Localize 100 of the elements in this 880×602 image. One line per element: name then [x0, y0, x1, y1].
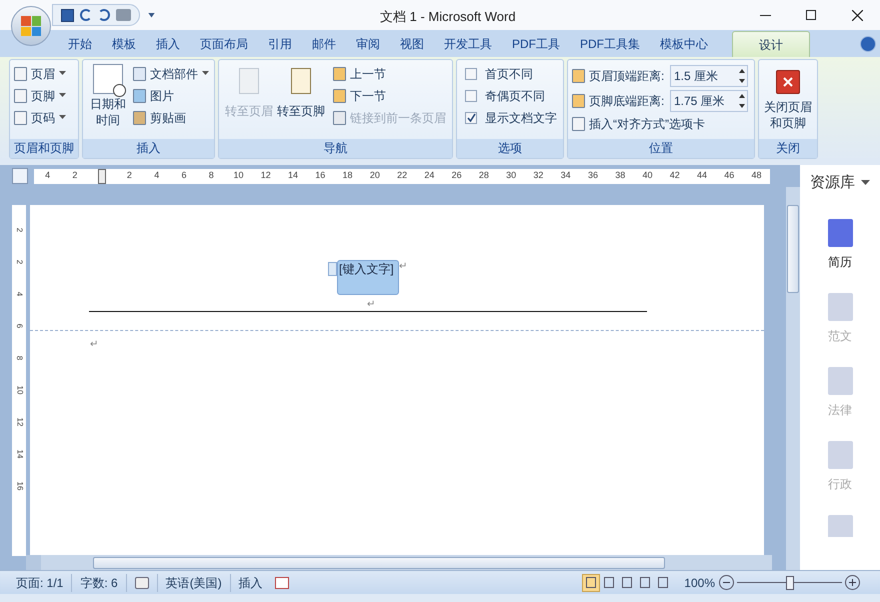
scroll-thumb[interactable] — [93, 556, 665, 568]
insert-alignment-tab-button[interactable]: 插入“对齐方式”选项卡 — [572, 114, 748, 133]
distance-spinner[interactable]: 1.75 厘米 — [670, 90, 748, 112]
office-logo-icon — [21, 16, 41, 36]
document-icon — [828, 219, 852, 247]
ruler-number: 2 — [14, 260, 25, 264]
ribbon-tab[interactable]: 审阅 — [346, 31, 390, 57]
ribbon-large-button[interactable]: 转至页脚 — [275, 64, 327, 139]
ruler-number: 2 — [126, 169, 133, 182]
scroll-thumb[interactable] — [787, 205, 799, 293]
ribbon-tab[interactable]: PDF工具集 — [570, 31, 650, 57]
ribbon-tab[interactable]: PDF工具 — [502, 31, 570, 57]
horizontal-scrollbar[interactable] — [26, 555, 772, 570]
ribbon-tab[interactable]: 设计 — [732, 31, 810, 57]
zoom-level[interactable]: 100% — [684, 574, 715, 592]
caret-icon[interactable] — [861, 180, 870, 186]
ribbon-button[interactable]: 上一节 — [333, 64, 446, 83]
ribbon-dropdown-button[interactable]: 页脚 — [14, 86, 66, 105]
document-icon — [828, 441, 852, 469]
ruler-number: 16 — [14, 482, 25, 490]
group-label: 关闭 — [759, 139, 817, 158]
ribbon-tab[interactable]: 页面布局 — [190, 31, 258, 57]
ruler-number: 40 — [641, 169, 654, 182]
ribbon-tab[interactable]: 模板中心 — [650, 31, 718, 57]
ruler-number: 46 — [723, 169, 736, 182]
page-icon — [14, 66, 27, 80]
option-checkbox[interactable]: 首页不同 — [465, 64, 557, 83]
spinner-arrows-icon[interactable] — [739, 68, 747, 84]
page-view-icon — [604, 577, 614, 588]
spinner-arrows-icon[interactable] — [739, 92, 747, 108]
page-icon — [14, 110, 27, 124]
caret-icon[interactable] — [59, 115, 66, 120]
ribbon-button[interactable]: 图片 — [133, 86, 209, 105]
tab-selector-icon[interactable] — [12, 168, 28, 184]
document-icon — [828, 367, 852, 395]
ruler-number: 18 — [342, 169, 354, 182]
ribbon-dropdown-button[interactable]: 页码 — [14, 108, 66, 127]
ribbon-tab[interactable]: 插入 — [146, 31, 190, 57]
ribbon-dropdown-button[interactable]: 页眉 — [14, 64, 66, 83]
slider-thumb[interactable] — [786, 576, 794, 590]
ribbon-button[interactable]: 下一节 — [333, 86, 446, 105]
ruler-number: 12 — [14, 418, 25, 426]
checkbox[interactable] — [465, 112, 477, 124]
resource-library-dropdown[interactable]: 资源库 — [800, 165, 880, 201]
ruler-number: 10 — [14, 386, 25, 394]
close-icon — [776, 70, 800, 94]
redo-icon[interactable] — [98, 9, 110, 21]
ruler-number: 10 — [232, 169, 244, 182]
distance-label: 页脚底端距离: — [589, 92, 666, 110]
zoom-in-button[interactable] — [845, 575, 860, 590]
ruler-number: 36 — [586, 169, 599, 182]
close-header-footer-button[interactable]: 关闭页眉 和页脚 — [763, 64, 813, 139]
ribbon-button[interactable]: 剪贴画 — [133, 108, 209, 127]
paragraph-mark: ↵ — [399, 260, 407, 274]
ruler-number: 38 — [614, 169, 626, 182]
window-title: 文档 1 - Microsoft Word — [380, 8, 516, 26]
ribbon-tab[interactable]: 开始 — [58, 31, 102, 57]
drag-handle-icon[interactable] — [328, 262, 337, 276]
page-count[interactable]: 页面: 1/1 — [8, 574, 72, 592]
checkbox[interactable] — [465, 90, 477, 102]
paragraph-mark: ↵ — [90, 338, 98, 352]
caret-icon[interactable] — [202, 71, 209, 76]
indent-marker-icon[interactable] — [98, 168, 106, 184]
ribbon-button[interactable]: 文档部件 — [133, 64, 209, 83]
header-text-box[interactable]: [键入文字] — [337, 260, 399, 295]
date-time-button[interactable]: 日期和 时间 — [87, 64, 129, 139]
ruler-number: 6 — [180, 169, 188, 182]
ribbon-tab[interactable]: 引用 — [258, 31, 302, 57]
resource-category[interactable]: 简历 — [828, 219, 852, 271]
ruler-number: 26 — [450, 169, 463, 182]
undo-icon[interactable] — [80, 9, 92, 21]
zoom-slider[interactable] — [737, 576, 842, 590]
caret-icon[interactable] — [59, 93, 66, 98]
save-icon[interactable] — [61, 8, 74, 22]
ruler-number: 6 — [14, 324, 25, 328]
page-view-icon — [622, 577, 632, 588]
page-icon — [291, 68, 311, 94]
ribbon-tab[interactable]: 视图 — [390, 31, 434, 57]
language-status[interactable]: 英语(美国) — [156, 574, 231, 592]
word-count[interactable]: 字数: 6 — [72, 574, 127, 592]
document-icon — [133, 66, 146, 80]
customize-icon[interactable] — [148, 12, 155, 18]
ribbon-tab[interactable]: 模板 — [102, 31, 146, 57]
option-checkbox[interactable]: 显示文档文字 — [465, 108, 557, 127]
vertical-scrollbar[interactable] — [786, 187, 800, 570]
distance-spinner[interactable]: 1.5 厘米 — [670, 64, 748, 86]
paragraph-mark: ↵ — [367, 298, 375, 312]
checkbox[interactable] — [465, 68, 477, 80]
option-checkbox[interactable]: 奇偶页不同 — [465, 86, 557, 105]
zoom-out-button[interactable] — [719, 575, 734, 590]
view-button[interactable] — [582, 574, 600, 592]
ruler-number: 4 — [153, 169, 160, 182]
group-label: 导航 — [219, 139, 452, 158]
bookmark-icon — [828, 515, 852, 537]
insert-mode-status[interactable]: 插入 — [230, 574, 271, 592]
ruler-number: 14 — [14, 450, 25, 458]
ribbon-tab[interactable]: 邮件 — [302, 31, 346, 57]
ruler-number: 8 — [14, 356, 25, 360]
caret-icon[interactable] — [59, 71, 66, 76]
ribbon-tab[interactable]: 开发工具 — [434, 31, 502, 57]
